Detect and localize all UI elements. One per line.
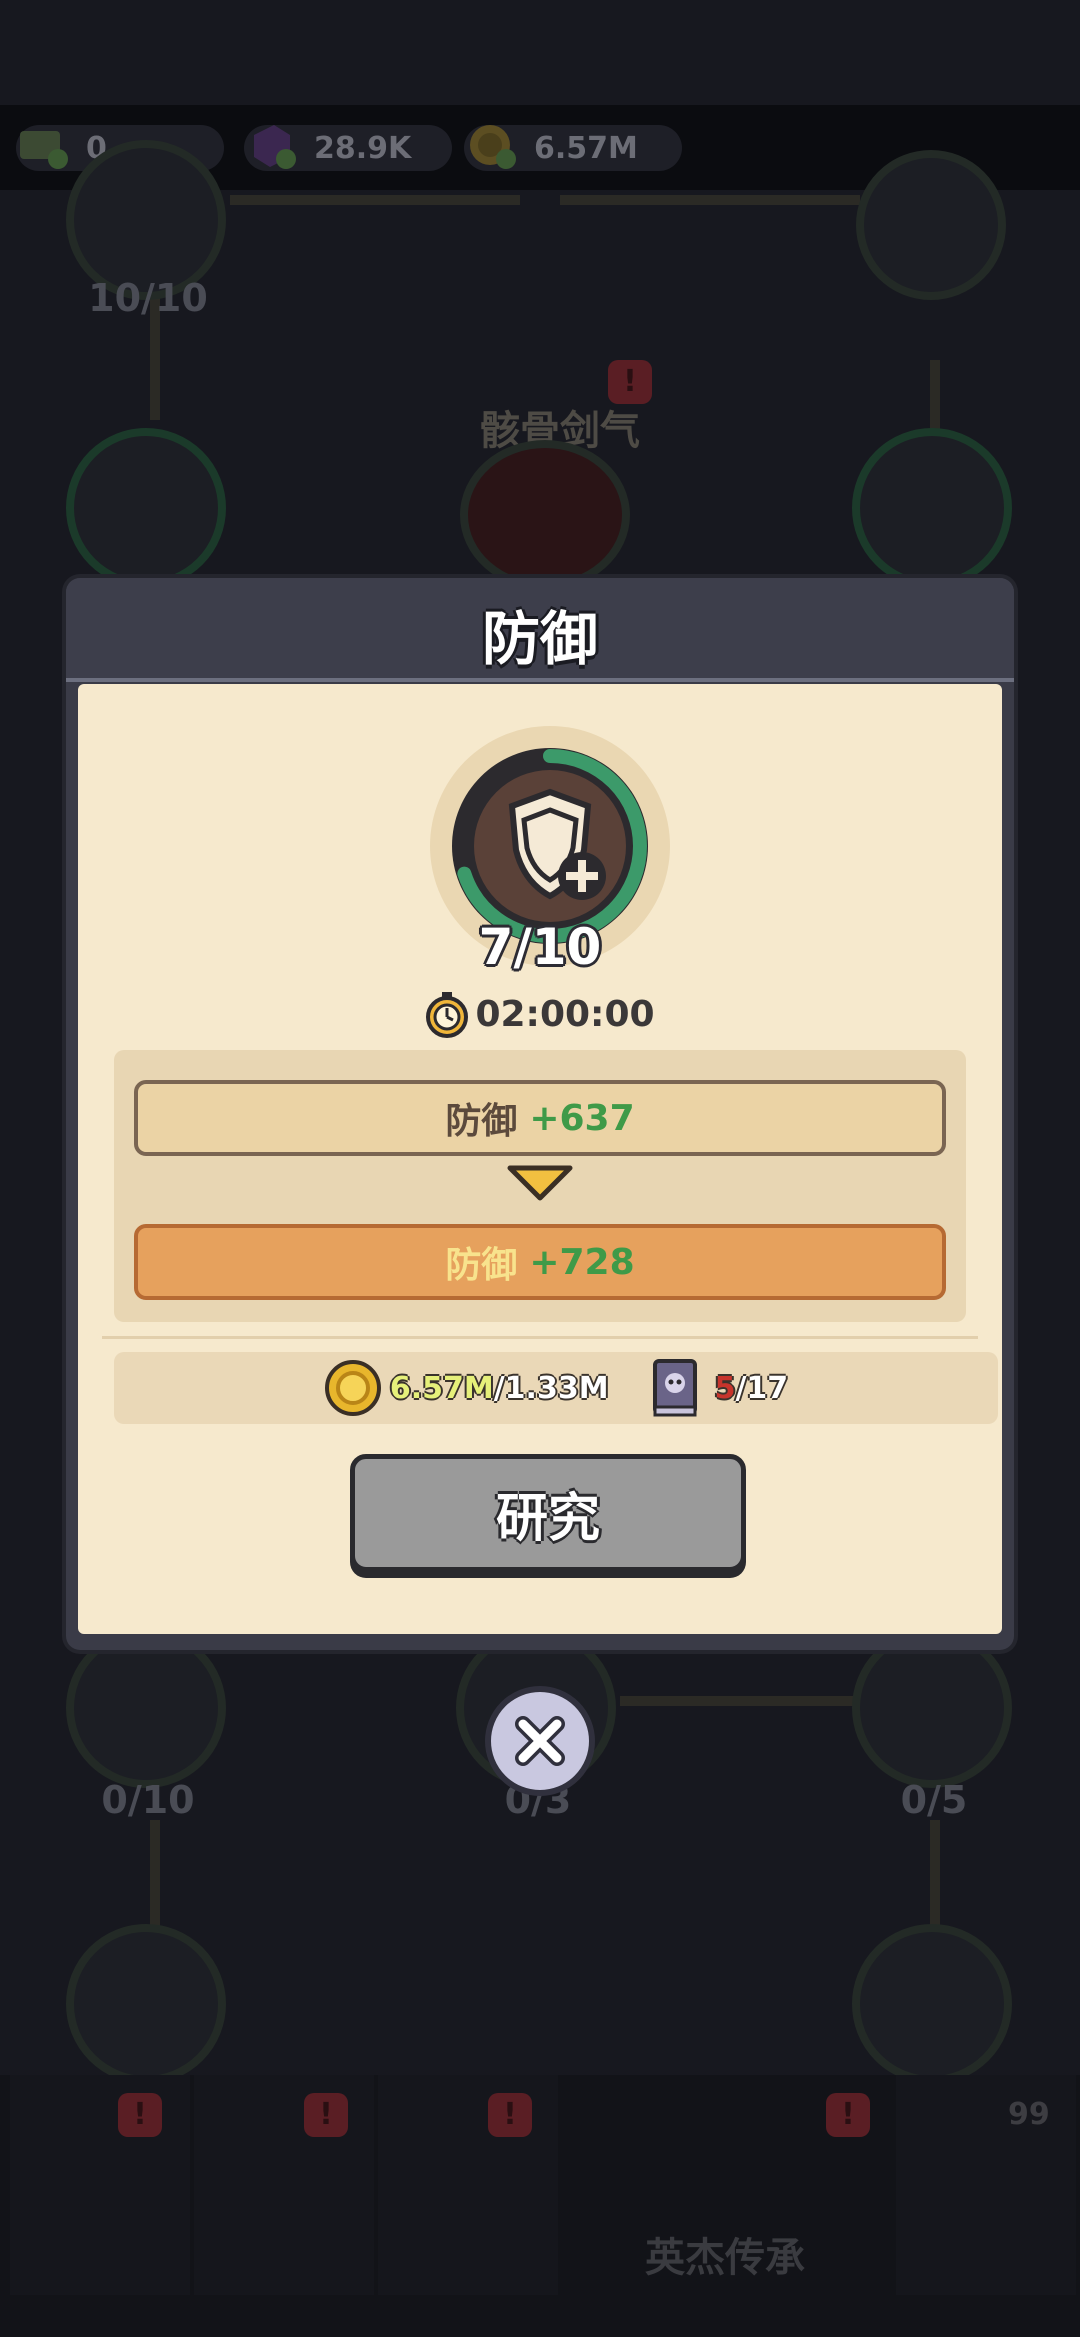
tree-node-skull-sword xyxy=(460,440,630,590)
next-stat-value: +728 xyxy=(529,1241,635,1283)
tree-node-shield-2 xyxy=(66,1924,226,2084)
alert-badge: ! xyxy=(488,2093,532,2137)
current-stat-value: +637 xyxy=(529,1097,635,1139)
book-need: /17 xyxy=(735,1370,789,1406)
tree-link xyxy=(560,195,860,205)
research-button[interactable]: 研究 xyxy=(350,1454,746,1572)
alert-badge: ! xyxy=(608,360,652,404)
tree-link xyxy=(230,195,520,205)
tree-link xyxy=(930,1820,940,1930)
next-stat: 防御 +728 xyxy=(134,1224,946,1300)
book-cost: 5 /17 xyxy=(649,1357,789,1419)
purple-gem-icon xyxy=(254,125,296,169)
alert-badge: ! xyxy=(304,2093,348,2137)
next-stat-label: 防御 xyxy=(445,1245,518,1286)
nav-tab-legacy-label: 英杰传承 xyxy=(645,2235,805,2281)
nav-tab-shop[interactable] xyxy=(10,2075,190,2295)
arrow-down-icon xyxy=(507,1165,573,1201)
divider xyxy=(102,1336,978,1339)
tree-node-sword-3 xyxy=(852,1628,1012,1788)
tree-link xyxy=(150,1820,160,1930)
alert-badge: ! xyxy=(118,2093,162,2137)
timer-text: 02:00:00 xyxy=(475,993,655,1035)
bottom-nav: ! ! ! 英杰传承 ! 99 xyxy=(0,2075,1080,2337)
node-count: 0/10 xyxy=(101,1778,195,1822)
tree-link xyxy=(930,360,940,430)
gold-have: 6.57M xyxy=(389,1370,494,1406)
skull-book-icon xyxy=(652,1359,697,1417)
book-have: 5 xyxy=(714,1370,736,1406)
tree-node-sword-upgrade xyxy=(852,428,1012,588)
current-stat: 防御 +637 xyxy=(134,1080,946,1156)
tree-node-angel xyxy=(856,150,1006,300)
node-count: 0/5 xyxy=(900,1778,968,1822)
stopwatch-icon xyxy=(426,992,469,1038)
research-level: 7/10 xyxy=(478,918,602,976)
chest-count-badge: 99 xyxy=(1008,2097,1050,2132)
close-button[interactable] xyxy=(485,1686,595,1796)
tree-node-sword-2 xyxy=(66,1628,226,1788)
tree-node-sword xyxy=(66,428,226,588)
currency-gem: 28.9K xyxy=(244,123,452,173)
current-stat-label: 防御 xyxy=(445,1101,518,1142)
gold-cost: 6.57M /1.33M xyxy=(324,1359,609,1417)
dialog-header: 防御 xyxy=(66,578,1014,682)
gold-need: /1.33M xyxy=(493,1370,609,1406)
tree-node-burst xyxy=(852,1924,1012,2084)
ticket-icon xyxy=(20,131,68,169)
currency-gold: 6.57M xyxy=(464,123,682,173)
stat-compare-panel: 防御 +637 防御 +728 xyxy=(114,1050,966,1322)
gold-coin-icon xyxy=(470,125,516,169)
gold-coin-icon xyxy=(324,1360,381,1416)
alert-badge: ! xyxy=(826,2093,870,2137)
tree-link xyxy=(620,1696,860,1706)
dialog-title: 防御 xyxy=(481,605,598,673)
close-icon xyxy=(515,1716,565,1766)
research-dialog: 防御 7/10 02:00:00 防御 +637 防御 +728 6.57M /… xyxy=(66,578,1014,1650)
cost-bar: 6.57M /1.33M 5 /17 xyxy=(114,1352,998,1424)
node-count: 10/10 xyxy=(88,276,208,320)
dialog-body: 7/10 02:00:00 防御 +637 防御 +728 6.57M /1.3… xyxy=(78,684,1002,1634)
research-timer: 02:00:00 xyxy=(78,990,1002,1038)
